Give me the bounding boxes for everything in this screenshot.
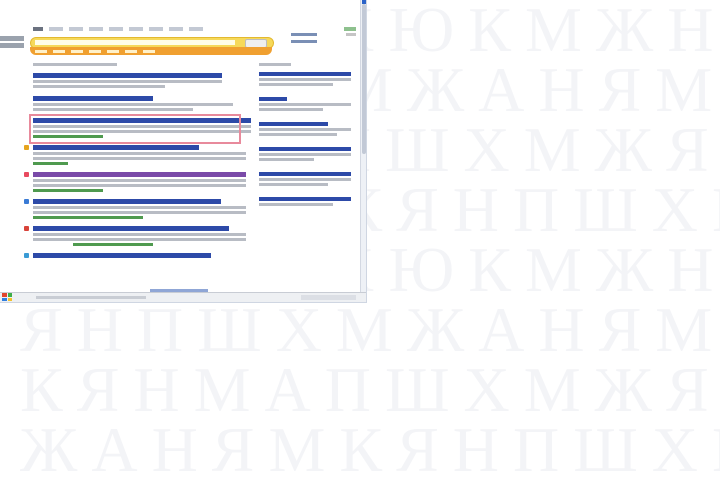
result-url[interactable] — [33, 162, 68, 165]
result-snippet — [33, 238, 247, 241]
service-tabs — [33, 27, 203, 31]
result-snippet — [33, 80, 222, 83]
ads-label — [259, 63, 292, 66]
result-url[interactable] — [33, 189, 103, 192]
result-item — [24, 253, 211, 258]
result-snippet — [33, 179, 247, 182]
ad-item — [259, 72, 351, 86]
result-snippet — [33, 157, 247, 160]
result-url[interactable] — [73, 243, 153, 246]
tab-item[interactable] — [49, 27, 63, 31]
result-title[interactable] — [33, 73, 222, 78]
search-input[interactable] — [35, 40, 235, 45]
tab-item[interactable] — [169, 27, 183, 31]
search-results — [24, 63, 255, 265]
favicon-icon — [24, 226, 29, 231]
result-title[interactable] — [33, 172, 247, 177]
ad-title[interactable] — [259, 122, 328, 126]
ad-title[interactable] — [259, 197, 351, 201]
ad-item — [259, 197, 351, 206]
account-link[interactable] — [344, 27, 356, 31]
scrollbar-thumb[interactable] — [362, 4, 366, 154]
result-title[interactable] — [33, 96, 153, 101]
windows-logo-icon[interactable] — [2, 293, 12, 301]
result-snippet — [33, 152, 247, 155]
favicon-icon — [24, 199, 29, 204]
favicon-icon — [24, 172, 29, 177]
status-bar — [0, 292, 366, 302]
result-snippet — [33, 108, 193, 111]
ad-item — [259, 122, 351, 136]
filter-item[interactable] — [53, 49, 65, 53]
tab-item[interactable] — [109, 27, 123, 31]
favicon-icon — [24, 253, 29, 258]
site-logo — [0, 36, 26, 56]
ad-title[interactable] — [259, 147, 351, 151]
result-title[interactable] — [33, 226, 230, 231]
filter-item[interactable] — [35, 49, 47, 53]
ad-title[interactable] — [259, 172, 351, 176]
result-snippet — [33, 211, 247, 214]
result-title[interactable] — [33, 145, 200, 150]
result-item — [33, 63, 118, 66]
status-text — [36, 296, 146, 299]
settings-link[interactable] — [291, 40, 317, 43]
browser-window — [0, 0, 367, 303]
filter-item[interactable] — [107, 49, 119, 53]
result-snippet — [33, 85, 166, 88]
tab-item[interactable] — [89, 27, 103, 31]
sidebar-ads — [259, 63, 351, 217]
highlighted-result-frame — [29, 114, 241, 144]
result-snippet — [33, 233, 247, 236]
ad-item — [259, 97, 351, 111]
advanced-links — [291, 33, 317, 47]
tab-item[interactable] — [189, 27, 203, 31]
result-item — [33, 96, 233, 111]
filter-item[interactable] — [125, 49, 137, 53]
result-item — [24, 226, 247, 246]
result-item — [24, 172, 247, 192]
filter-item[interactable] — [89, 49, 101, 53]
ad-item — [259, 172, 351, 186]
result-snippet — [33, 206, 247, 209]
vertical-scrollbar[interactable] — [360, 0, 366, 295]
result-title[interactable] — [33, 63, 118, 66]
tab-current[interactable] — [33, 27, 43, 31]
result-title[interactable] — [33, 199, 221, 204]
ad-item — [259, 147, 351, 161]
search-filters — [30, 47, 272, 55]
advanced-search-link[interactable] — [291, 33, 317, 36]
result-snippet — [33, 103, 233, 106]
result-item — [24, 199, 247, 219]
zoom-control[interactable] — [301, 295, 356, 300]
favicon-icon — [24, 145, 29, 150]
filter-item[interactable] — [71, 49, 83, 53]
result-title[interactable] — [33, 253, 211, 258]
tab-item[interactable] — [129, 27, 143, 31]
result-url[interactable] — [33, 216, 143, 219]
result-item — [24, 145, 247, 165]
settings-link[interactable] — [346, 33, 356, 36]
result-snippet — [33, 184, 247, 187]
filter-item[interactable] — [143, 49, 155, 53]
result-item — [33, 73, 222, 88]
ad-title[interactable] — [259, 72, 351, 76]
tab-item[interactable] — [149, 27, 163, 31]
ad-title[interactable] — [259, 97, 287, 101]
tab-item[interactable] — [69, 27, 83, 31]
